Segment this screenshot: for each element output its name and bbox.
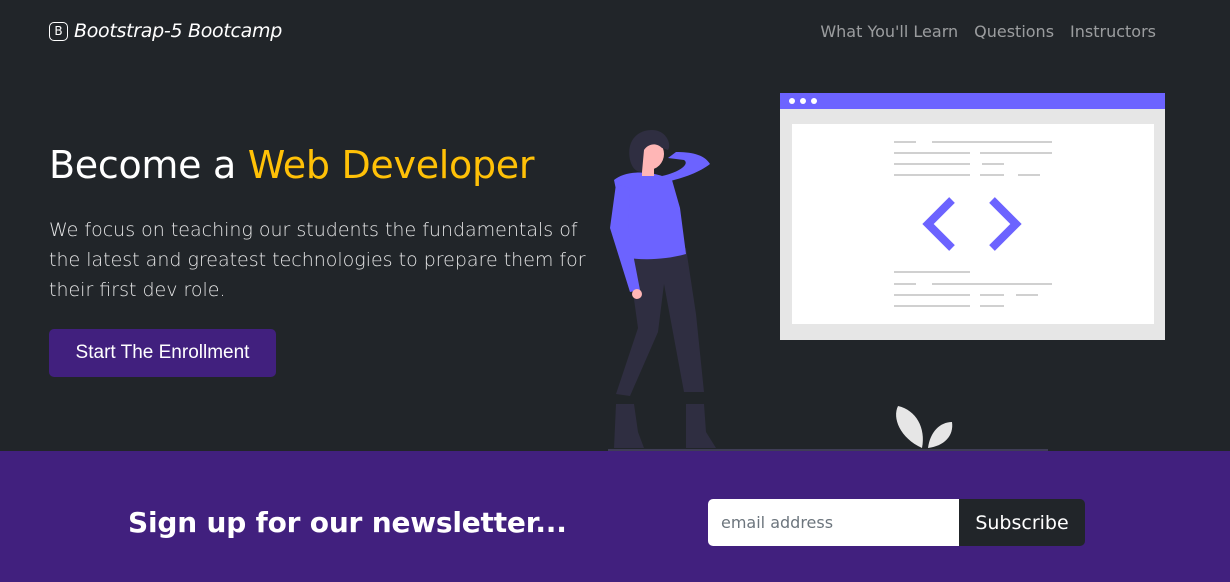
nav-link-instructors[interactable]: Instructors bbox=[1070, 22, 1156, 41]
nav-link-what-youll-learn[interactable]: What You'll Learn bbox=[820, 22, 958, 41]
browser-window-graphic bbox=[780, 93, 1165, 340]
brand-link[interactable]: B Bootstrap-5 Bootcamp bbox=[49, 20, 282, 42]
person-graphic bbox=[610, 130, 716, 448]
developer-illustration bbox=[608, 93, 1165, 451]
newsletter-section: Sign up for our newsletter... Subscribe bbox=[0, 451, 1230, 582]
hero-title: Become a Web Developer bbox=[49, 143, 535, 187]
hero-lead: We focus on teaching our students the fu… bbox=[49, 219, 586, 301]
subscribe-button[interactable]: Subscribe bbox=[959, 499, 1085, 546]
bootstrap-logo-icon: B bbox=[49, 21, 68, 41]
navbar: B Bootstrap-5 Bootcamp What You'll Learn… bbox=[0, 0, 1230, 68]
nav-links: What You'll Learn Questions Instructors bbox=[820, 22, 1156, 41]
brand-text: Bootstrap-5 Bootcamp bbox=[74, 20, 282, 42]
page: B Bootstrap-5 Bootcamp What You'll Learn… bbox=[0, 0, 1230, 582]
newsletter-form: Subscribe bbox=[708, 499, 1085, 546]
nav-link-questions[interactable]: Questions bbox=[974, 22, 1054, 41]
start-enrollment-button[interactable]: Start The Enrollment bbox=[49, 329, 276, 377]
newsletter-title: Sign up for our newsletter... bbox=[128, 506, 567, 539]
hero-title-accent: Web Developer bbox=[247, 143, 535, 187]
plant-graphic bbox=[896, 406, 953, 448]
email-input[interactable] bbox=[708, 499, 959, 546]
hero-title-prefix: Become a bbox=[49, 143, 248, 187]
